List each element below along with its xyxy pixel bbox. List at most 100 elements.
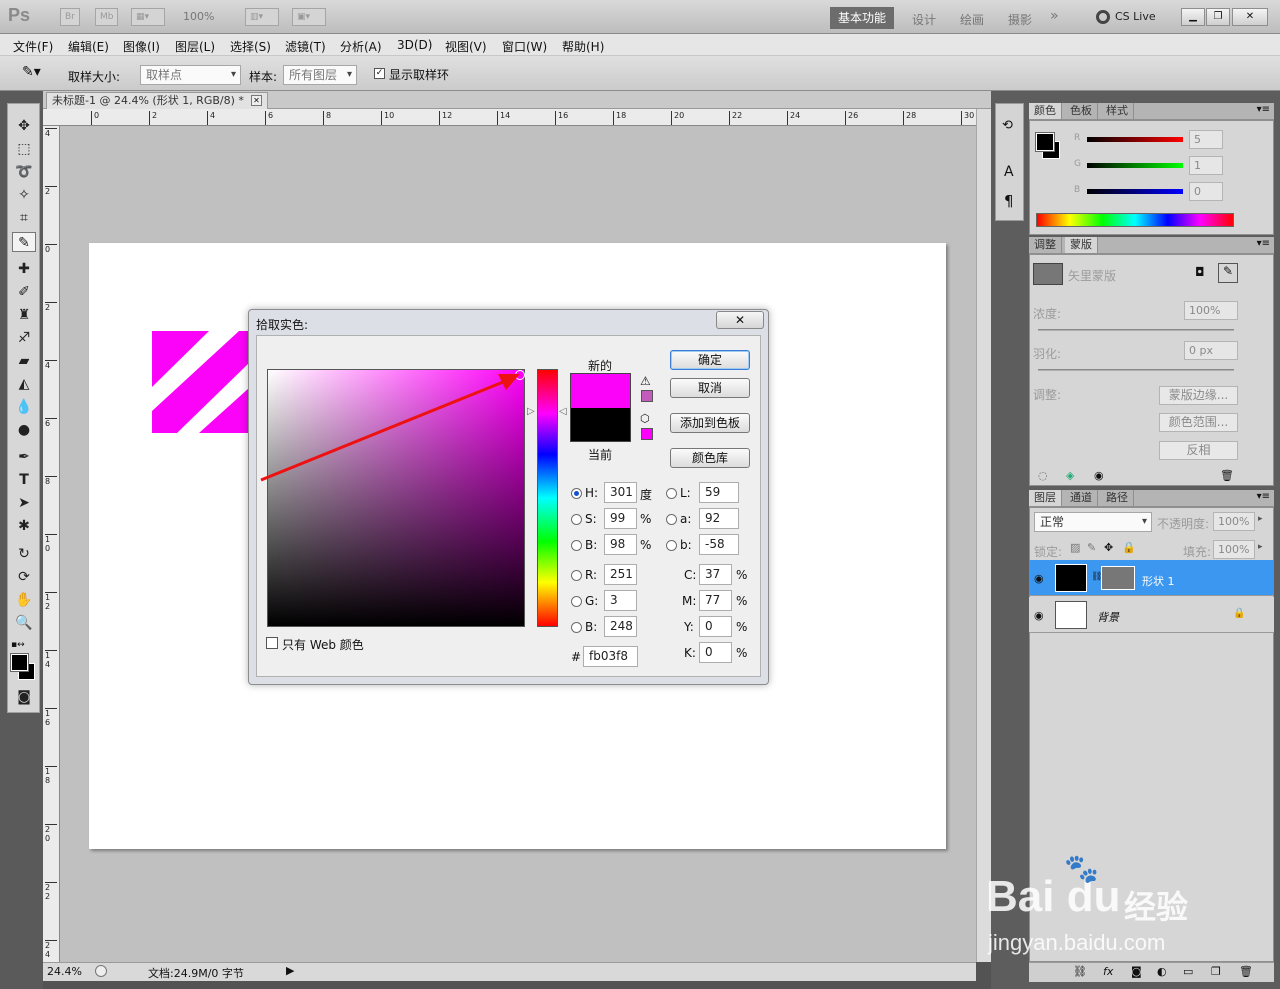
status-zoom[interactable]: 24.4% [47,965,82,978]
mini-bridge-button[interactable]: Mb [95,8,119,26]
apply-mask-icon[interactable]: ◈ [1066,469,1074,482]
dodge-tool-icon[interactable]: ● [12,420,36,440]
tab-swatches[interactable]: 色板 [1065,103,1098,119]
blend-mode-select[interactable]: 正常 [1034,512,1152,532]
lab-b-radio[interactable] [666,540,677,551]
density-slider[interactable] [1038,329,1234,331]
close-window-button[interactable]: ✕ [1232,8,1268,26]
pen-tool-icon[interactable]: ✒ [12,447,36,467]
color-b-slider[interactable] [1087,189,1183,194]
add-mask-icon[interactable]: ◙ [1131,965,1142,978]
view-extras-icon[interactable]: ▦▾ [131,8,165,26]
out-of-gamut-warning-icon[interactable]: ⚠ [640,374,651,388]
select-pixel-mask-icon[interactable]: ◘ [1195,265,1205,279]
status-menu-arrow-icon[interactable]: ▶ [286,964,294,977]
load-selection-icon[interactable]: ◌ [1038,469,1048,482]
3d-rotate-icon[interactable]: ↻ [12,544,36,564]
type-tool-icon[interactable]: T [12,470,36,490]
layer-name[interactable]: 形状 1 [1142,573,1175,589]
blur-tool-icon[interactable]: 💧 [12,397,36,417]
tab-channels[interactable]: 通道 [1065,490,1098,506]
cs-live-button[interactable]: CS Live [1115,10,1156,23]
h-input[interactable]: 301 [604,482,637,503]
document-tab[interactable]: 未标题-1 @ 24.4% (形状 1, RGB/8) * [46,92,268,109]
status-info-icon[interactable] [95,965,107,977]
c-input[interactable]: 37 [699,564,732,585]
b-input[interactable]: 248 [604,616,637,637]
color-r-slider[interactable] [1087,137,1183,142]
lock-position-icon[interactable]: ✥ [1104,541,1113,554]
brightness-radio[interactable] [571,540,582,551]
g-input[interactable]: 3 [604,590,637,611]
k-input[interactable]: 0 [699,642,732,663]
layers-panel-menu-icon[interactable]: ▾≡ [1257,491,1270,502]
3d-orbit-icon[interactable]: ⟳ [12,567,36,587]
paint-bucket-icon[interactable]: ◭ [12,374,36,394]
menu-image[interactable]: 图像(I) [123,38,160,55]
tab-masks[interactable]: 蒙版 [1065,237,1098,253]
menu-file[interactable]: 文件(F) [13,38,53,55]
web-safe-cube-icon[interactable]: ⬡ [640,412,650,425]
close-tab-icon[interactable]: ✕ [251,95,262,106]
hand-tool-icon[interactable]: ✋ [12,590,36,610]
eraser-tool-icon[interactable]: ▰ [12,351,36,371]
clone-stamp-icon[interactable]: ♜ [12,305,36,325]
lab-b-input[interactable]: -58 [699,534,739,555]
masks-panel-menu-icon[interactable]: ▾≡ [1257,238,1270,249]
dialog-close-button[interactable]: ✕ [716,311,764,329]
menu-view[interactable]: 视图(V) [445,38,487,55]
menu-help[interactable]: 帮助(H) [562,38,604,55]
current-color-swatch[interactable] [570,408,631,442]
r-radio[interactable] [571,570,582,581]
color-spectrum-bar[interactable] [1036,213,1234,227]
workspace-design-button[interactable]: 设计 [912,11,936,28]
fill-arrow-icon[interactable]: ▸ [1258,542,1263,552]
brightness-input[interactable]: 98 [604,534,637,555]
g-radio[interactable] [571,596,582,607]
link-layers-icon[interactable]: ⛓ [1073,965,1087,978]
menu-layer[interactable]: 图层(L) [175,38,215,55]
s-input[interactable]: 99 [604,508,637,529]
ok-button[interactable]: 确定 [670,350,750,370]
disable-mask-eye-icon[interactable]: ◉ [1094,469,1104,482]
menu-filter[interactable]: 滤镜(T) [285,38,326,55]
workspace-essentials-button[interactable]: 基本功能 [830,7,894,29]
color-panel-menu-icon[interactable]: ▾≡ [1257,104,1270,115]
color-b-input[interactable]: 0 [1189,182,1223,201]
color-r-input[interactable]: 5 [1189,130,1223,149]
history-brush-icon[interactable]: ♐ [12,328,36,348]
web-only-checkbox[interactable] [266,637,278,649]
opacity-arrow-icon[interactable]: ▸ [1258,514,1263,524]
zoom-level-combo[interactable]: 100% [183,10,214,23]
invert-button[interactable]: 反相 [1159,441,1238,460]
arrange-documents-icon[interactable]: ▥▾ [245,8,279,26]
eyedropper-tool-icon[interactable]: ✎ [12,232,36,252]
hue-slider[interactable] [537,369,558,627]
zoom-tool-icon[interactable]: 🔍 [12,613,36,633]
cancel-button[interactable]: 取消 [670,378,750,398]
screen-mode-icon[interactable]: ▣▾ [292,8,326,26]
color-g-slider[interactable] [1087,163,1183,168]
lab-a-input[interactable]: 92 [699,508,739,529]
foreground-color-swatch[interactable] [10,653,29,672]
layer-visibility-eye-icon[interactable]: ◉ [1034,609,1044,622]
tab-color[interactable]: 颜色 [1029,103,1062,119]
delete-mask-icon[interactable]: 🗑 [1220,469,1234,482]
s-radio[interactable] [571,514,582,525]
layer-visibility-eye-icon[interactable]: ◉ [1034,572,1044,585]
vertical-scrollbar[interactable] [976,109,991,962]
bridge-button[interactable]: Br [60,8,80,26]
color-libraries-button[interactable]: 颜色库 [670,448,750,468]
sample-select[interactable]: 所有图层 [283,65,357,85]
lab-a-radio[interactable] [666,514,677,525]
add-to-swatches-button[interactable]: 添加到色板 [670,413,750,433]
adjustment-layer-icon[interactable]: ◐ [1157,965,1167,978]
density-input[interactable]: 100% [1184,301,1238,320]
lock-all-icon[interactable]: 🔒 [1122,541,1136,554]
delete-layer-icon[interactable]: 🗑 [1239,965,1253,978]
menu-analysis[interactable]: 分析(A) [340,38,382,55]
feather-slider[interactable] [1038,369,1234,371]
tab-layers[interactable]: 图层 [1029,490,1062,506]
quick-select-tool-icon[interactable]: ✧ [12,185,36,205]
workspace-painting-button[interactable]: 绘画 [960,11,984,28]
